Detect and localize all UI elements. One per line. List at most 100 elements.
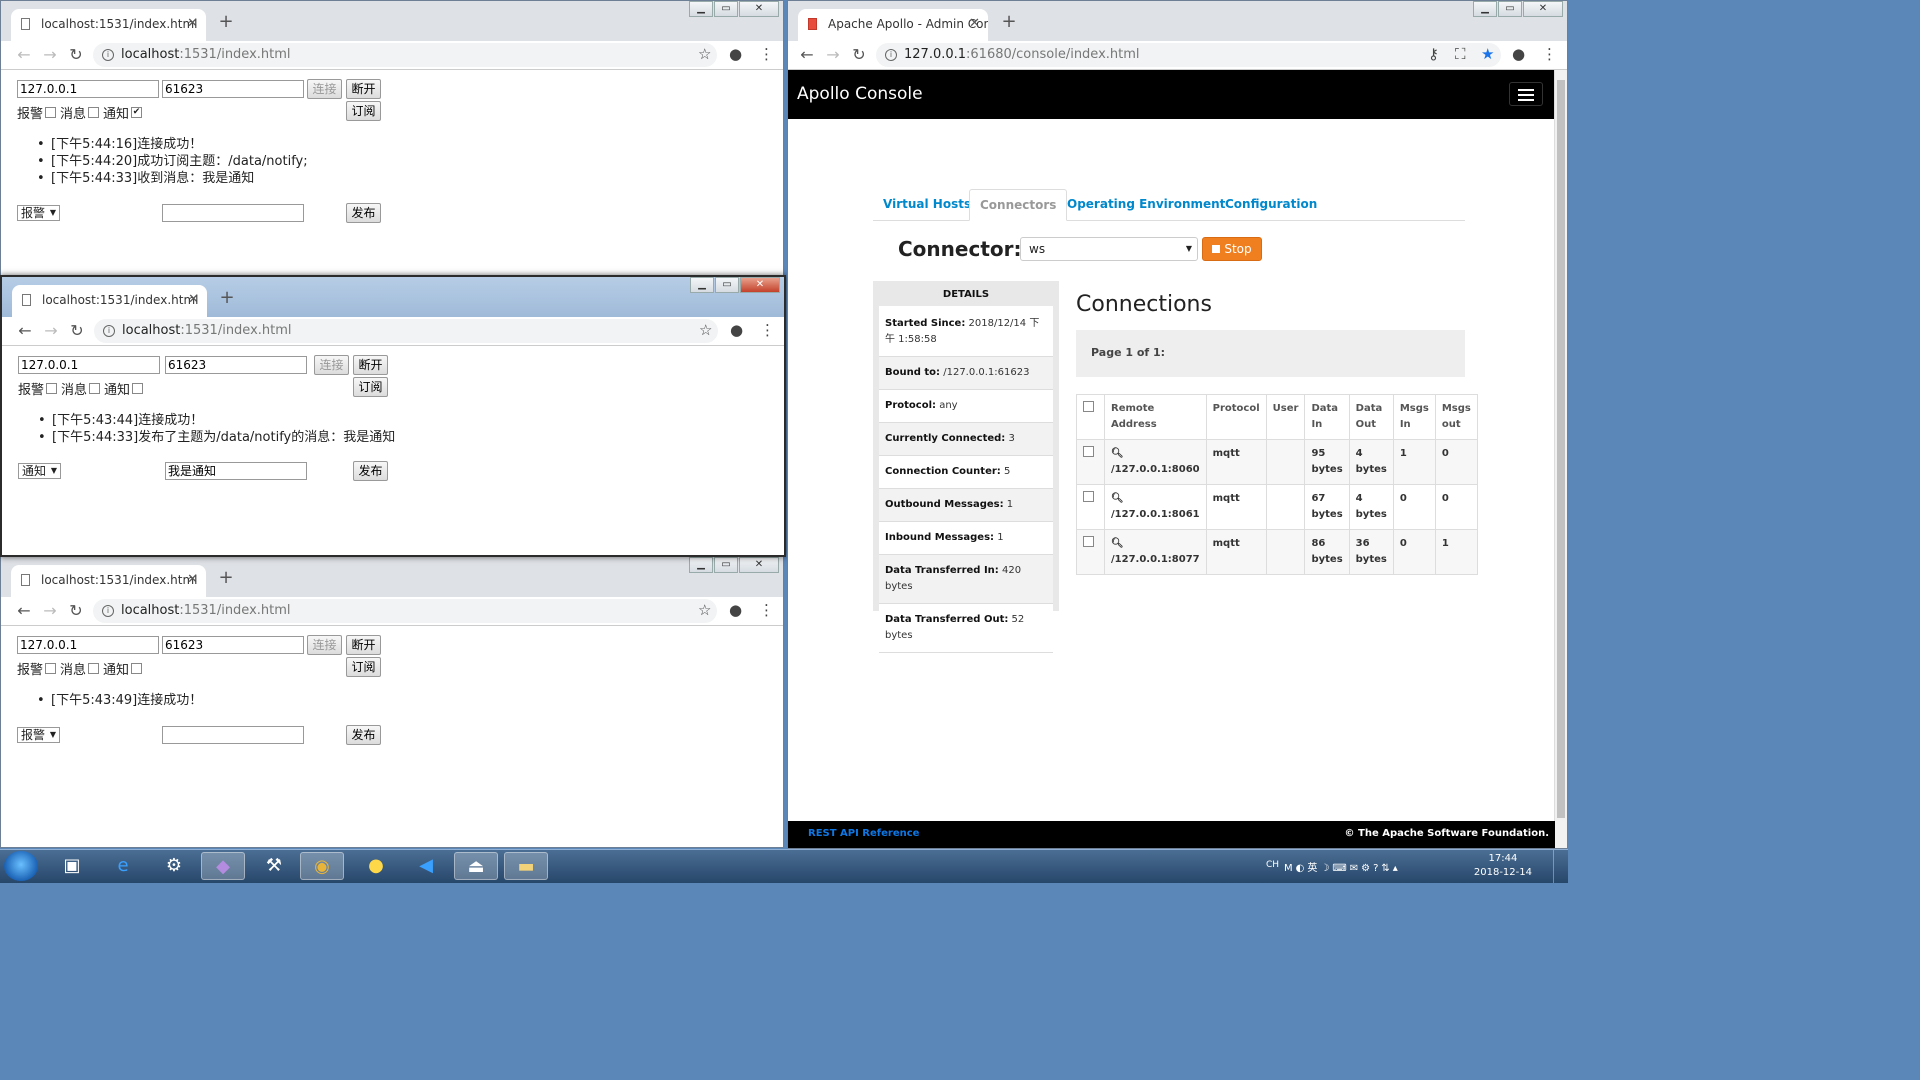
key-icon[interactable]: ⚷ [1428, 45, 1439, 63]
port-input[interactable]: 61623 [165, 356, 307, 374]
bookmark-star-icon[interactable]: ☆ [698, 45, 711, 63]
reload-icon[interactable]: ↻ [68, 321, 86, 340]
tab-virtual-hosts[interactable]: Virtual Hosts [873, 189, 981, 220]
menu-dots-icon[interactable]: ⋮ [1542, 45, 1557, 63]
minimize-icon[interactable]: ▁ [690, 277, 714, 293]
publish-button[interactable]: 发布 [346, 203, 381, 223]
menu-dots-icon[interactable]: ⋮ [760, 321, 775, 339]
subscribe-button[interactable]: 订阅 [346, 657, 381, 677]
close-tab-icon[interactable]: ✕ [187, 572, 198, 587]
message-checkbox[interactable] [88, 107, 100, 118]
connect-button[interactable]: 连接 [307, 635, 342, 655]
connect-button[interactable]: 连接 [314, 355, 349, 375]
show-desktop-button[interactable] [1553, 850, 1568, 883]
host-input[interactable]: 127.0.0.1 [17, 636, 159, 654]
alarm-checkbox[interactable] [46, 383, 58, 394]
vertical-scrollbar[interactable] [1554, 70, 1567, 848]
forward-icon[interactable]: → [42, 321, 60, 340]
row-checkbox[interactable] [1083, 446, 1094, 457]
new-tab-icon[interactable]: + [216, 13, 236, 31]
folder-icon[interactable]: ▬ [504, 852, 548, 880]
publish-input[interactable] [162, 726, 304, 744]
back-icon[interactable]: ← [15, 601, 33, 620]
connect-button[interactable]: 连接 [307, 79, 342, 99]
address-bar[interactable]: i localhost:1531/index.html [93, 43, 717, 67]
connector-select[interactable]: ws ▼ [1020, 237, 1198, 261]
disconnect-button[interactable]: 断开 [353, 355, 388, 375]
port-input[interactable]: 61623 [162, 636, 304, 654]
start-button[interactable] [4, 851, 38, 881]
tab-configuration[interactable]: Configuration [1215, 189, 1327, 220]
minimize-icon[interactable]: ▁ [1473, 1, 1497, 17]
publish-input[interactable] [162, 204, 304, 222]
translate-icon[interactable]: ⛶ [1455, 45, 1466, 63]
alarm-checkbox[interactable] [45, 107, 57, 118]
browser-tab[interactable]: localhost:1531/index.html ✕ [11, 9, 206, 41]
topic-select[interactable]: 报警 ▼ [17, 727, 60, 743]
subscribe-button[interactable]: 订阅 [346, 101, 381, 121]
col-user[interactable]: User [1265, 394, 1306, 440]
close-window-icon[interactable]: ✕ [740, 277, 780, 293]
topic-select[interactable]: 通知 ▼ [18, 463, 61, 479]
alarm-checkbox[interactable] [45, 663, 57, 674]
reload-icon[interactable]: ↻ [67, 45, 85, 64]
back-icon[interactable]: ← [798, 45, 816, 64]
publish-button[interactable]: 发布 [346, 725, 381, 745]
rest-api-link[interactable]: REST API Reference [808, 828, 919, 839]
topic-select[interactable]: 报警 ▼ [17, 205, 60, 221]
clock[interactable]: 17:44 2018-12-14 [1474, 852, 1532, 880]
stop-button[interactable]: Stop [1202, 237, 1262, 261]
menu-dots-icon[interactable]: ⋮ [759, 601, 774, 619]
visual-studio-icon[interactable]: ◆ [201, 852, 245, 880]
tab-operating-environment[interactable]: Operating Environment [1057, 189, 1235, 220]
maximize-icon[interactable]: ▭ [1498, 1, 1522, 17]
close-tab-icon[interactable]: ✕ [188, 292, 199, 307]
col-msgs-out[interactable]: Msgs out [1434, 394, 1478, 440]
brand-title[interactable]: Apollo Console [797, 84, 923, 104]
back-icon[interactable]: ← [15, 45, 33, 64]
bookmark-star-icon[interactable]: ☆ [698, 601, 711, 619]
minimize-icon[interactable]: ▁ [689, 1, 713, 17]
forward-icon[interactable]: → [824, 45, 842, 64]
hamburger-menu-icon[interactable] [1509, 82, 1543, 106]
new-tab-icon[interactable]: + [999, 13, 1019, 31]
magnify-icon[interactable]: 🔍︎ [1111, 491, 1200, 507]
ie-icon[interactable]: e [101, 852, 145, 880]
reload-icon[interactable]: ↻ [850, 45, 868, 64]
language-indicator[interactable]: CH [1266, 860, 1279, 870]
tab-connectors[interactable]: Connectors [969, 189, 1068, 221]
vscode-icon[interactable]: ◀ [404, 852, 448, 880]
disconnect-button[interactable]: 断开 [346, 635, 381, 655]
remote-address[interactable]: /127.0.0.1:8060 [1111, 464, 1200, 475]
publish-input[interactable]: 我是通知 [165, 462, 307, 480]
bookmark-star-icon[interactable]: ★ [1481, 45, 1494, 63]
app-icon[interactable]: ● [354, 852, 398, 880]
host-input[interactable]: 127.0.0.1 [17, 80, 159, 98]
select-all-checkbox[interactable] [1083, 401, 1094, 412]
close-window-icon[interactable]: ✕ [1523, 1, 1563, 17]
magnify-icon[interactable]: 🔍︎ [1111, 536, 1200, 552]
browser-tab[interactable]: Apache Apollo - Admin Conso ✕ [798, 9, 988, 41]
address-bar[interactable]: i localhost:1531/index.html [94, 319, 718, 343]
bookmark-star-icon[interactable]: ☆ [699, 321, 712, 339]
network-icon[interactable]: ⚒ [252, 852, 296, 880]
col-data-in[interactable]: Data In [1304, 394, 1350, 440]
maximize-icon[interactable]: ▭ [714, 1, 738, 17]
minimize-icon[interactable]: ▁ [689, 557, 713, 573]
new-tab-icon[interactable]: + [217, 289, 237, 307]
remote-address[interactable]: /127.0.0.1:8061 [1111, 509, 1200, 520]
message-checkbox[interactable] [89, 383, 101, 394]
col-msgs-in[interactable]: Msgs In [1392, 394, 1436, 440]
close-tab-icon[interactable]: ✕ [187, 16, 198, 31]
forward-icon[interactable]: → [41, 601, 59, 620]
browser-tab[interactable]: localhost:1531/index.html ✕ [11, 565, 206, 597]
notify-checkbox[interactable] [131, 663, 143, 674]
row-checkbox[interactable] [1083, 491, 1094, 502]
maximize-icon[interactable]: ▭ [715, 277, 739, 293]
publish-button[interactable]: 发布 [353, 461, 388, 481]
explorer-icon[interactable]: ▣ [50, 852, 94, 880]
profile-icon[interactable]: ● [729, 601, 742, 619]
profile-icon[interactable]: ● [730, 321, 743, 339]
scrollbar-thumb[interactable] [1557, 80, 1565, 818]
notify-checkbox[interactable]: ✔ [131, 107, 143, 118]
